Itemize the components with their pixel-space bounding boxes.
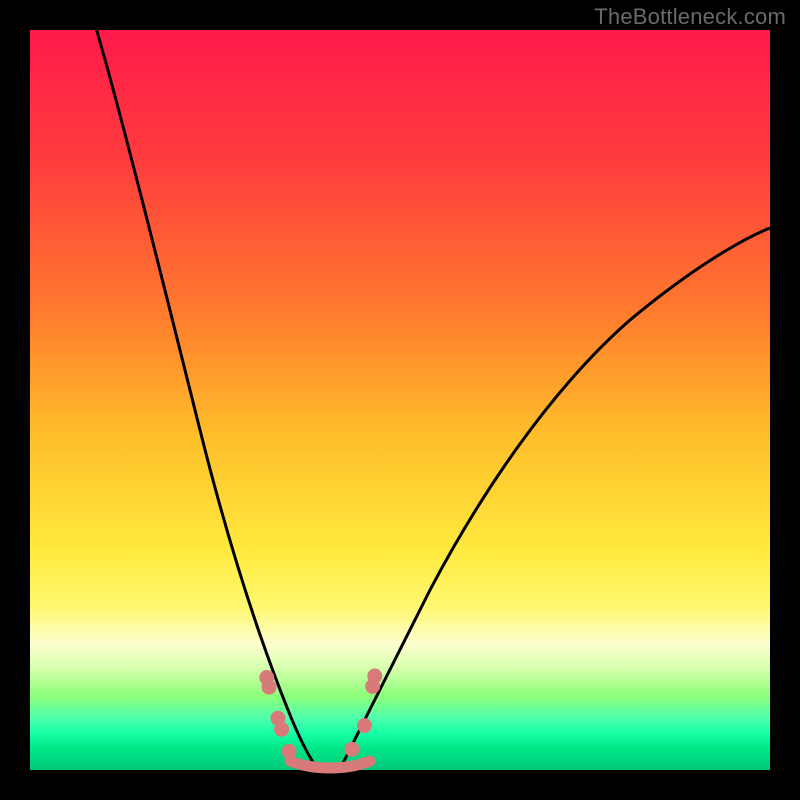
left-curve [97, 30, 315, 765]
bottom-band [290, 761, 370, 768]
marker-dot [368, 669, 382, 683]
right-curve [342, 228, 770, 765]
plot-area [30, 30, 770, 770]
curve-layer [30, 30, 770, 770]
chart-frame: TheBottleneck.com [0, 0, 800, 800]
marker-dot [358, 719, 372, 733]
watermark-text: TheBottleneck.com [594, 4, 786, 30]
marker-dot [345, 742, 359, 756]
marker-dot [262, 680, 276, 694]
marker-dot [275, 722, 289, 736]
marker-dot [282, 745, 296, 759]
